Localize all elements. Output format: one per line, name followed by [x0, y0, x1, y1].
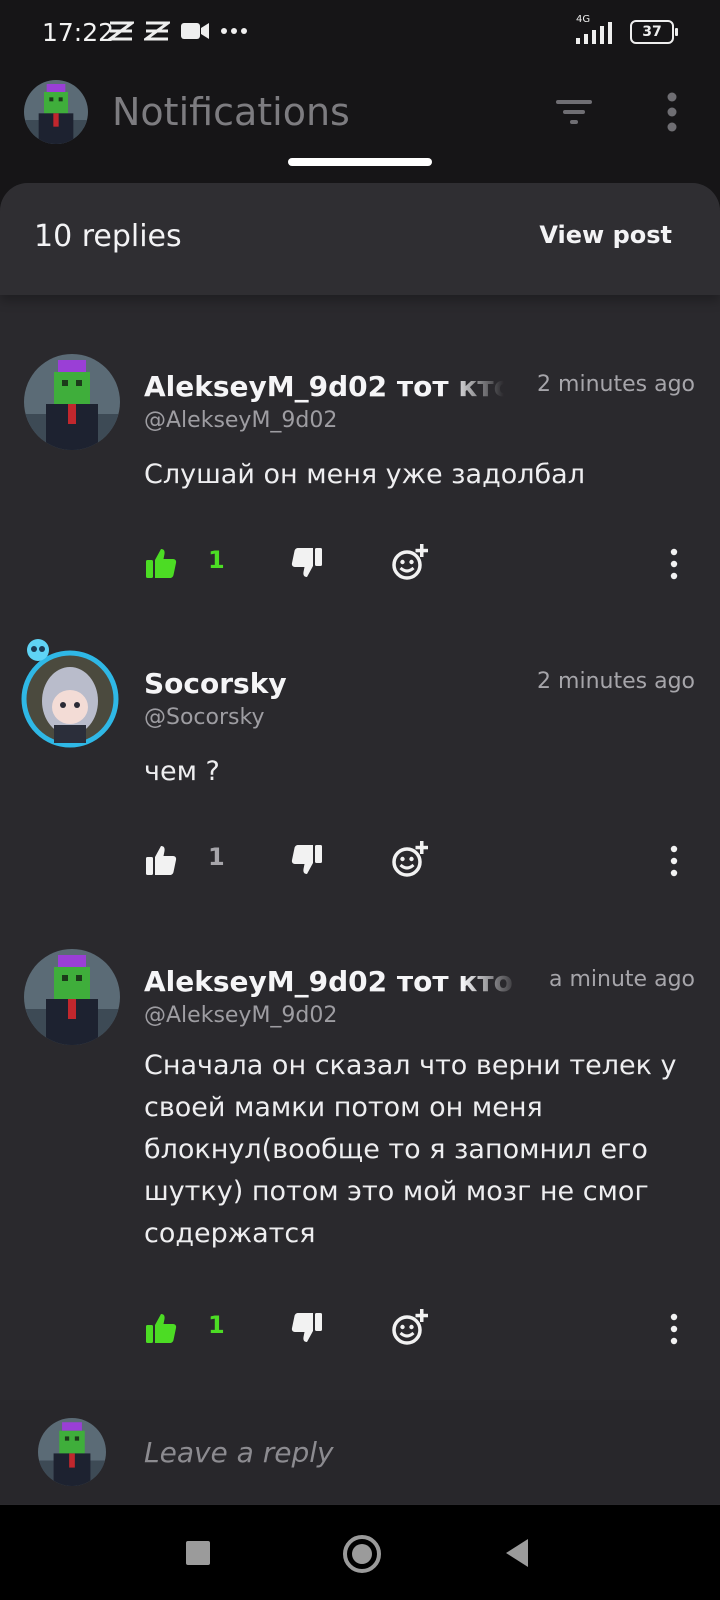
sheet-header: 10 replies View post	[0, 183, 720, 295]
reply-input[interactable]	[144, 1430, 664, 1474]
avatar[interactable]	[24, 949, 120, 1045]
comment-more-icon[interactable]	[666, 546, 682, 582]
page-title: Notifications	[112, 90, 350, 134]
comment-author-name[interactable]: Socorsky	[144, 667, 504, 700]
status-notification-icons	[108, 20, 248, 42]
add-reaction-icon[interactable]	[390, 542, 430, 582]
add-reaction-icon[interactable]	[390, 839, 430, 879]
back-icon[interactable]	[506, 1539, 528, 1567]
thumbs-down-icon[interactable]	[290, 1311, 324, 1345]
reply-bar	[0, 1400, 720, 1504]
like-count: 1	[208, 843, 225, 871]
comment-timestamp: a minute ago	[549, 967, 695, 992]
system-nav-bar	[0, 1505, 720, 1600]
thumbs-down-icon[interactable]	[290, 843, 324, 877]
app-header: Notifications	[0, 70, 720, 180]
video-camera-icon	[181, 23, 209, 39]
like-count: 1	[208, 546, 225, 574]
replies-count: 10 replies	[34, 219, 182, 254]
comment-actions: 1	[0, 540, 720, 590]
thumbs-up-icon[interactable]	[144, 1311, 178, 1345]
comment-actions: 1	[0, 1305, 720, 1355]
replies-sheet: 10 replies View post AlekseyM_9d02 тот к…	[0, 183, 720, 1505]
comment-more-icon[interactable]	[666, 1311, 682, 1347]
comment-author-name[interactable]: AlekseyM_9d02 тот кто ф	[144, 370, 504, 403]
comment-author-handle: @Socorsky	[144, 705, 265, 730]
comment-author-name[interactable]: AlekseyM_9d02 тот кто ф	[144, 965, 519, 998]
view-post-button[interactable]: View post	[539, 221, 672, 249]
comment-text: чем ?	[144, 756, 220, 787]
recent-apps-icon[interactable]	[186, 1541, 210, 1565]
thumbs-up-icon[interactable]	[144, 843, 178, 877]
comment-actions: 1	[0, 837, 720, 887]
avatar	[38, 1418, 106, 1486]
status-time: 17:22	[42, 18, 115, 47]
avatar-badge-icon	[27, 639, 49, 661]
thumbs-down-icon[interactable]	[290, 546, 324, 580]
status-system-icons: 4G 37	[574, 14, 678, 46]
filter-icon[interactable]	[554, 92, 594, 132]
battery-icon: 37	[630, 20, 678, 44]
comment-timestamp: 2 minutes ago	[537, 372, 695, 397]
profile-avatar[interactable]	[24, 80, 88, 144]
home-icon[interactable]	[343, 1535, 381, 1573]
comment-text: Слушай он меня уже задолбал	[144, 459, 585, 490]
capcut-icon	[144, 21, 170, 41]
sheet-grab-handle[interactable]	[288, 158, 432, 166]
avatar[interactable]	[24, 354, 120, 450]
thumbs-up-icon[interactable]	[144, 546, 178, 580]
more-options-icon[interactable]	[654, 90, 690, 134]
signal-icon: 4G	[574, 14, 620, 46]
avatar[interactable]	[20, 649, 120, 749]
capcut-icon	[108, 21, 134, 41]
comment-timestamp: 2 minutes ago	[537, 669, 695, 694]
more-notifications-icon	[221, 28, 247, 34]
comment-more-icon[interactable]	[666, 843, 682, 879]
status-bar: 17:22 4G 37	[0, 0, 720, 70]
like-count: 1	[208, 1311, 225, 1339]
add-reaction-icon[interactable]	[390, 1307, 430, 1347]
comment-text: Сначала он сказал что верни телек у свое…	[144, 1050, 677, 1249]
comment-author-handle: @AlekseyM_9d02	[144, 1003, 338, 1028]
comment-author-handle: @AlekseyM_9d02	[144, 408, 338, 433]
